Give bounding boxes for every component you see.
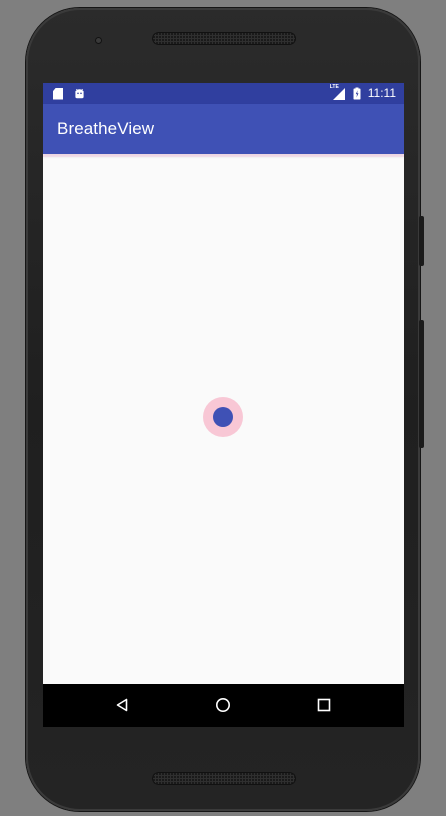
app-bar-divider — [43, 154, 404, 157]
overview-button[interactable] — [314, 695, 334, 715]
status-time: 11:11 — [367, 86, 396, 100]
power-button — [419, 216, 424, 266]
network-label: LTE — [329, 83, 339, 90]
app-title: BreatheView — [57, 119, 155, 138]
device-screen: LTE 11:11 BreatheView — [43, 83, 404, 727]
battery-charging-icon — [353, 87, 361, 100]
overview-icon — [317, 698, 331, 712]
sd-card-icon — [53, 87, 63, 100]
back-icon — [116, 698, 128, 712]
status-bar: LTE 11:11 — [43, 83, 404, 104]
front-camera — [95, 37, 102, 44]
status-right-icons: LTE 11:11 — [329, 83, 396, 102]
device-canvas: LTE 11:11 BreatheView — [0, 0, 446, 816]
breathe-indicator — [203, 397, 243, 437]
breathe-dot — [213, 407, 233, 427]
app-bar: BreatheView — [43, 104, 404, 154]
status-left-icons — [53, 86, 86, 101]
signal-icon: LTE — [329, 83, 346, 101]
home-button[interactable] — [213, 695, 233, 715]
bottom-speaker — [152, 772, 296, 785]
back-button[interactable] — [112, 695, 132, 715]
android-icon — [75, 88, 84, 99]
navigation-bar — [43, 684, 404, 727]
home-icon — [216, 698, 230, 712]
volume-button — [419, 320, 424, 448]
top-speaker — [152, 32, 296, 45]
